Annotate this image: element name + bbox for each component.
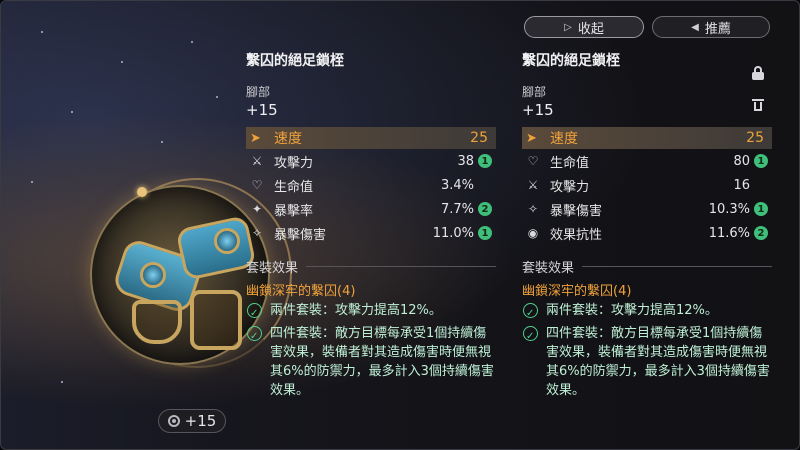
sub-stat-name: 生命值 [550, 155, 590, 171]
set-name: 幽鎖深牢的繫囚(4) [246, 284, 356, 299]
roll-count-badge: 1 [478, 226, 492, 240]
sub-stat-row: ✦ 暴擊率 7.7% 2 [246, 197, 492, 221]
sub-stat-name: 攻擊力 [274, 155, 314, 171]
main-stat-name: 速度 [274, 131, 302, 147]
check-circle-icon: ✓ [246, 324, 266, 344]
attack-icon: ⚔ [527, 178, 539, 192]
item-name: 繫囚的絕足鎖桎 [246, 53, 344, 69]
sub-stat-row: ⚔ 攻擊力 16 [522, 173, 768, 197]
attack-icon: ⚔ [251, 154, 263, 168]
star-decoration [121, 61, 123, 63]
item-level: +15 [522, 101, 554, 119]
roll-count-badge: 2 [478, 202, 492, 216]
set-effect-4pc: ✓ 四件套裝：敵方目標每承受1個持續傷害效果，裝備者對其造成傷害時便無視其6%的… [522, 324, 772, 400]
sub-stat-name: 生命值 [274, 179, 314, 195]
crit-rate-icon: ✦ [251, 202, 263, 216]
collapse-arrow-icon: ▷ [564, 21, 572, 33]
equipped-relic-panel: 繫囚的絕足鎖桎 腳部 +15 ➤ 速度 25 ⚔ 攻擊力 38 1 ♡ 生命值 … [246, 50, 496, 400]
sub-stat-row: ◉ 效果抗性 11.6% 2 [522, 221, 768, 245]
sub-stat-row: ✧ 暴擊傷害 11.0% 1 [246, 221, 492, 245]
crit-dmg-icon: ✧ [527, 202, 539, 216]
sub-stat-value: 80 [733, 153, 750, 169]
star-decoration [71, 111, 73, 113]
collapse-button[interactable]: ▷ 收起 [524, 16, 644, 38]
star-decoration [41, 31, 43, 33]
set-effect-header: 套裝效果 [522, 257, 772, 276]
set-effect-header: 套裝效果 [246, 257, 496, 276]
set-effect-title: 套裝效果 [246, 260, 299, 276]
divider [582, 265, 772, 267]
effect-res-icon: ◉ [527, 226, 539, 240]
item-slot: 腳部 [246, 85, 271, 99]
star-decoration [191, 41, 193, 43]
coin-icon [167, 415, 180, 427]
set-effect-text: 兩件套裝：攻擊力提高12%。 [270, 303, 442, 318]
sub-stat-row: ✧ 暴擊傷害 10.3% 1 [522, 197, 768, 221]
main-stat-value: 25 [470, 130, 488, 146]
set-effect-title: 套裝效果 [522, 260, 575, 276]
sub-stat-value: 7.7% [440, 201, 474, 217]
hp-icon: ♡ [527, 154, 539, 168]
sub-stat-value: 10.3% [708, 201, 750, 217]
set-effect-text: 四件套裝：敵方目標每承受1個持續傷害效果，裝備者對其造成傷害時便無視其6%的防禦… [270, 326, 494, 398]
sub-stat-row: ♡ 生命值 80 1 [522, 149, 768, 173]
sub-stat-value: 3.4% [440, 177, 474, 193]
item-level-label: +15 [184, 412, 217, 430]
gear-icon [214, 228, 240, 254]
main-stat-row: ➤ 速度 25 [246, 127, 496, 149]
gear-icon [140, 262, 166, 288]
shackle-frame-icon [190, 290, 242, 350]
speed-icon: ➤ [250, 130, 261, 146]
main-stat-value: 25 [746, 130, 764, 146]
set-effect-4pc: ✓ 四件套裝：敵方目標每承受1個持續傷害效果，裝備者對其造成傷害時便無視其6%的… [246, 324, 496, 400]
star-decoration [31, 181, 33, 183]
star-decoration [161, 141, 163, 143]
shackle-frame-icon [132, 300, 182, 344]
item-level: +15 [246, 101, 278, 119]
sub-stat-value: 16 [733, 177, 750, 193]
collapse-label: 收起 [577, 21, 604, 37]
crit-dmg-icon: ✧ [251, 226, 263, 240]
roll-count-badge: 2 [754, 226, 768, 240]
main-stat-row: ➤ 速度 25 [522, 127, 772, 149]
recommend-button[interactable]: ◀ 推薦 [652, 16, 770, 38]
hp-icon: ♡ [251, 178, 263, 192]
sub-stat-name: 暴擊傷害 [550, 203, 603, 219]
star-decoration [216, 96, 218, 98]
item-level-pill: +15 [158, 409, 226, 433]
sub-stat-value: 38 [457, 153, 474, 169]
sub-stat-name: 效果抗性 [550, 227, 603, 243]
orb-glow-dot [137, 187, 147, 197]
sub-stat-value: 11.6% [708, 225, 750, 241]
sub-stat-row: ♡ 生命值 3.4% [246, 173, 492, 197]
star-decoration [61, 381, 63, 383]
set-name: 幽鎖深牢的繫囚(4) [522, 284, 632, 299]
sub-stat-name: 攻擊力 [550, 179, 590, 195]
main-stat-name: 速度 [550, 131, 578, 147]
sub-stat-name: 暴擊率 [274, 203, 314, 219]
recommend-label: 推薦 [704, 21, 731, 37]
roll-count-badge: 1 [754, 154, 768, 168]
item-slot: 腳部 [522, 85, 547, 99]
item-name: 繫囚的絕足鎖桎 [522, 53, 620, 69]
roll-count-badge: 1 [754, 202, 768, 216]
sub-stat-value: 11.0% [432, 225, 474, 241]
divider [306, 265, 496, 267]
candidate-relic-panel: 繫囚的絕足鎖桎 腳部 +15 ➤ 速度 25 ♡ 生命值 80 1 ⚔ 攻擊力 … [522, 50, 772, 400]
check-circle-icon: ✓ [246, 301, 266, 321]
sub-stat-name: 暴擊傷害 [274, 227, 327, 243]
check-circle-icon: ✓ [522, 324, 542, 344]
set-effect-2pc: ✓ 兩件套裝：攻擊力提高12%。 [522, 301, 772, 321]
check-circle-icon: ✓ [522, 301, 542, 321]
set-effect-2pc: ✓ 兩件套裝：攻擊力提高12%。 [246, 301, 496, 321]
set-effect-text: 兩件套裝：攻擊力提高12%。 [546, 303, 718, 318]
set-effect-text: 四件套裝：敵方目標每承受1個持續傷害效果，裝備者對其造成傷害時便無視其6%的防禦… [546, 326, 770, 398]
sub-stat-row: ⚔ 攻擊力 38 1 [246, 149, 492, 173]
speed-icon: ➤ [526, 130, 537, 146]
roll-count-badge: 1 [478, 154, 492, 168]
recommend-arrow-icon: ◀ [691, 21, 699, 33]
